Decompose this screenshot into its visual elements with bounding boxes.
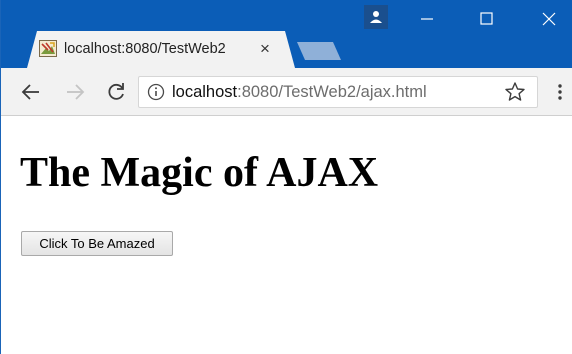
arrow-right-icon bbox=[67, 84, 85, 100]
forward-button[interactable] bbox=[63, 80, 87, 104]
arrow-left-icon bbox=[21, 84, 39, 100]
url-host: localhost bbox=[172, 83, 238, 101]
page-heading: The Magic of AJAX bbox=[20, 150, 379, 196]
info-icon[interactable] bbox=[147, 83, 165, 101]
minimize-button[interactable] bbox=[407, 8, 447, 30]
tab-close-icon[interactable]: × bbox=[256, 40, 274, 58]
more-vertical-icon bbox=[558, 84, 562, 100]
url-text[interactable]: localhost:8080/TestWeb2/ajax.html bbox=[172, 81, 492, 103]
url-path: :8080/TestWeb2/ajax.html bbox=[237, 83, 427, 101]
close-window-button[interactable] bbox=[529, 8, 569, 30]
browser-menu-button[interactable] bbox=[554, 81, 566, 103]
maximize-icon bbox=[480, 12, 493, 25]
browser-window: localhost:8080/TestWeb2 × localhost:8080… bbox=[0, 0, 572, 354]
minimize-icon bbox=[421, 18, 433, 20]
reload-icon bbox=[108, 83, 124, 100]
back-button[interactable] bbox=[19, 80, 43, 104]
tab-title-fade bbox=[231, 37, 253, 61]
star-icon bbox=[505, 82, 525, 101]
close-icon bbox=[542, 12, 556, 26]
person-icon bbox=[370, 11, 382, 23]
maximize-button[interactable] bbox=[466, 8, 506, 30]
click-to-be-amazed-button[interactable]: Click To Be Amazed bbox=[21, 231, 173, 256]
reload-button[interactable] bbox=[104, 80, 128, 104]
page-favicon-icon bbox=[39, 40, 57, 57]
tab-title: localhost:8080/TestWeb2 bbox=[64, 41, 226, 57]
bookmark-button[interactable] bbox=[504, 81, 526, 103]
profile-button[interactable] bbox=[364, 5, 388, 29]
